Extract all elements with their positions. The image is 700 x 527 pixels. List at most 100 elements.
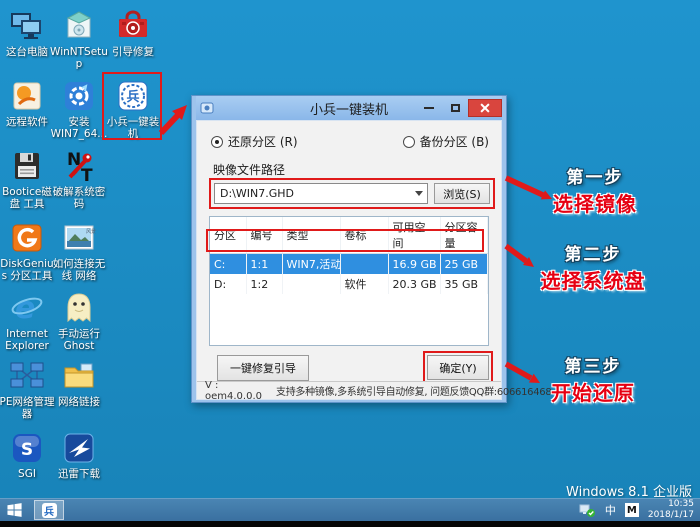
svg-text:e: e [15,291,35,326]
step-2-annotation: 第二步 选择系统盘 [528,240,658,294]
step-3-title: 第三步 [564,357,622,377]
sgi-logo-icon: S [13,434,41,462]
icon-label: SGI [18,468,36,480]
image-path-value: D:\WIN7.GHD [220,187,294,200]
ok-button[interactable]: 确定(Y) [427,355,489,380]
ok-highlight-box: 确定(Y) [423,351,493,384]
browse-button[interactable]: 浏览(S) [434,183,490,204]
cell-number: 1:1 [246,253,283,274]
close-button[interactable] [468,99,502,117]
desktop-icon-bootice[interactable]: Bootice磁盘 工具 [0,148,56,210]
table-header-row: 分区 编号 类型 卷标 可用空间 分区容量 [210,217,488,254]
icon-label: Bootice磁盘 工具 [2,186,52,211]
dialog-system-icon [200,102,214,114]
maximize-icon [450,104,460,112]
taskbar: 兵 中 M 10:35 2018/1/17 [0,498,700,521]
desktop-icon-xiaobing[interactable]: 兵 小兵一键装机 [104,78,162,140]
table-row-c[interactable]: C: 1:1 WIN7,活动 16.9 GB 25 GB [210,253,488,274]
desktop-icon-thunder[interactable]: 迅雷下载 [50,430,108,480]
close-icon [480,103,490,113]
desktop-icon-wireless-howto[interactable]: 风景 如何连接无线 网络 [50,220,108,282]
cell-free-space: 16.9 GB [388,253,441,274]
desktop-icon-install-win7[interactable]: 安装 WIN7_64... [50,78,108,140]
col-partition[interactable]: 分区 [210,217,247,254]
minimize-icon [424,107,434,109]
photo-icon: 风景 [64,225,96,250]
ime-language-indicator[interactable]: 中 [605,502,616,518]
desktop-icon-remote-software[interactable]: 远程软件 [0,78,56,128]
maximize-button[interactable] [442,99,468,117]
cell-capacity: 35 GB [440,274,488,294]
xiaobing-dialog-window: 小兵一键装机 还原分区 (R) 备份分区 (B) 映像文件路径 D:\WIN7.… [191,95,552,403]
cell-partition: D: [210,274,247,294]
dialog-body: 还原分区 (R) 备份分区 (B) 映像文件路径 D:\WIN7.GHD 浏览(… [196,120,552,402]
cell-type: WIN7,活动 [282,253,341,274]
dialog-statusbar: V : oem4.0.0.0 支持多种镜像,多系统引导自动修复, 问题反馈QQ群… [197,379,552,402]
col-capacity[interactable]: 分区容量 [440,217,488,254]
radio-selected-icon [211,135,223,148]
icon-label: 破解系统密码 [52,186,106,211]
thunder-bird-icon [64,433,94,463]
network-tray-icon[interactable] [579,503,596,518]
cell-capacity: 25 GB [440,253,488,274]
desktop-icon-crack-password[interactable]: N T 破解系统密码 [50,148,108,210]
remote-software-icon [13,82,41,110]
step-2-subtitle: 选择系统盘 [540,269,646,293]
icon-label: WinNTSetup [50,46,108,71]
icon-label: PE网络管理器 [0,396,55,421]
col-number[interactable]: 编号 [246,217,283,254]
image-path-combobox[interactable]: D:\WIN7.GHD [214,183,428,204]
desktop-icon-internet-explorer[interactable]: e Internet Explorer [0,290,56,352]
windows-logo-icon [7,503,22,517]
partition-table: 分区 编号 类型 卷标 可用空间 分区容量 C: 1:1 WIN7,活动 16.… [209,216,489,346]
image-path-label: 映像文件路径 [213,163,286,177]
minimize-button[interactable] [416,99,442,117]
desktop-icon-ghost[interactable]: 手动运行 Ghost [50,290,108,352]
clock-date: 2018/1/17 [647,510,694,520]
step-1-title: 第一步 [566,168,624,188]
toolbox-icon [119,10,147,37]
radio-backup-partition[interactable]: 备份分区 (B) [402,133,489,150]
desktop-icon-sgi[interactable]: S SGI [0,430,56,480]
annotation-arrow-step2 [504,243,534,267]
step-2-title: 第二步 [564,245,622,265]
cell-label: 软件 [340,274,389,294]
desktop-icon-diskgenius[interactable]: DiskGenius 分区工具 [0,220,56,282]
version-text: V : oem4.0.0.0 [205,379,262,402]
radio-restore-partition[interactable]: 还原分区 (R) [211,133,298,150]
icon-label: 手动运行 Ghost [58,328,100,353]
icon-label: 网络链接 [58,396,100,408]
computer-icon [11,13,41,39]
icon-label: Internet Explorer [5,328,49,353]
annotation-arrow-step1 [504,175,552,200]
desktop-icon-pe-network[interactable]: PE网络管理器 [0,358,56,420]
start-button[interactable] [0,499,30,521]
chevron-down-icon [415,191,423,196]
svg-text:S: S [21,440,33,460]
desktop-icon-winntsetup[interactable]: WinNTSetup [50,8,108,70]
desktop-icon-this-pc[interactable]: 这台电脑 [0,8,56,58]
repair-boot-button[interactable]: 一键修复引导 [217,355,309,381]
icon-label: 安装 WIN7_64... [50,116,108,141]
taskbar-app-xiaobing[interactable]: 兵 [34,500,64,520]
desktop: 这台电脑 WinNTSetup 引导修复 远程软件 安装 WIN7_64... … [0,0,700,527]
cell-type [282,274,341,294]
ghost-icon [67,293,91,323]
col-type[interactable]: 类型 [282,217,341,254]
desktop-icon-network-links[interactable]: 网络链接 [50,358,108,408]
cell-partition: C: [210,253,247,274]
installer-box-icon [66,11,92,38]
taskbar-clock[interactable]: 10:35 2018/1/17 [648,499,694,522]
step-1-subtitle: 选择镜像 [553,192,637,216]
ime-mode-icon[interactable]: M [624,503,639,517]
table-row-d[interactable]: D: 1:2 软件 20.3 GB 35 GB [210,274,488,294]
cell-free-space: 20.3 GB [388,274,441,294]
image-path-highlight-box: D:\WIN7.GHD 浏览(S) [209,178,495,209]
col-label[interactable]: 卷标 [340,217,389,254]
gear-icon [65,82,93,110]
col-free-space[interactable]: 可用空间 [388,217,441,254]
combobox-dropdown-button[interactable] [411,184,427,203]
radio-backup-label: 备份分区 (B) [419,135,489,149]
dialog-titlebar[interactable]: 小兵一键装机 [196,96,502,120]
desktop-icon-boot-repair[interactable]: 引导修复 [104,8,162,58]
